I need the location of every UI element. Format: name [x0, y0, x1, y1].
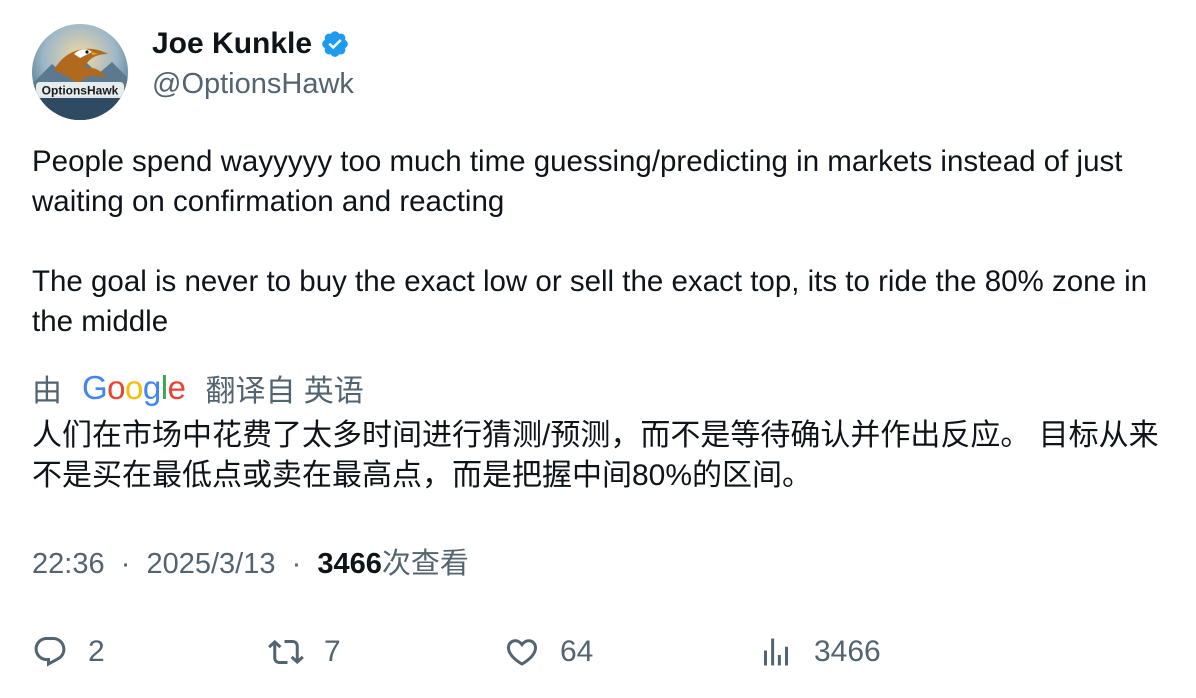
repost-button[interactable]: 7	[268, 630, 341, 674]
views-label: 次查看	[381, 548, 469, 580]
repost-count: 7	[324, 635, 341, 668]
display-name[interactable]: Joe Kunkle	[152, 26, 312, 62]
repost-icon	[268, 634, 304, 670]
tweet-paragraph: The goal is never to buy the exact low o…	[32, 265, 1148, 338]
google-logo[interactable]: Google	[82, 369, 186, 407]
reply-count: 2	[88, 635, 105, 668]
like-count: 64	[560, 635, 594, 668]
meta-separator: ·	[283, 548, 310, 580]
tweet-date[interactable]: 2025/3/13	[146, 548, 275, 580]
translation-attribution: 由 Google 翻译自 英语	[32, 366, 364, 410]
tweet-paragraph: People spend wayyyyy too much time guess…	[32, 145, 1123, 218]
action-bar: 2 7 64 3466	[0, 630, 1196, 674]
avatar-hawk-logo: OptionsHawk	[32, 24, 128, 120]
translated-from-label[interactable]: 翻译自 英语	[205, 366, 363, 410]
views-button[interactable]: 3466	[758, 630, 881, 674]
tweet-meta: 22:36 · 2025/3/13 · 3466次查看	[32, 544, 469, 584]
tweet: OptionsHawk Joe Kunkle @OptionsHawk Peop…	[0, 0, 1196, 698]
tweet-body: People spend wayyyyy too much time guess…	[32, 142, 1172, 342]
views-icon	[758, 634, 794, 670]
like-button[interactable]: 64	[504, 630, 593, 674]
meta-separator: ·	[112, 548, 139, 580]
translated-text: 人们在市场中花费了太多时间进行猜测/预测，而不是等待确认并作出反应。 目标从来不…	[32, 419, 1159, 492]
avatar-logo-text: OptionsHawk	[42, 84, 119, 98]
translated-by-label: 由	[32, 375, 62, 408]
user-block: Joe Kunkle @OptionsHawk	[152, 26, 354, 104]
name-row: Joe Kunkle	[152, 26, 354, 62]
views-count: 3466	[317, 548, 382, 580]
verified-badge-icon[interactable]	[320, 29, 350, 59]
views-action-count: 3466	[814, 635, 881, 668]
like-icon	[504, 634, 540, 670]
reply-button[interactable]: 2	[32, 630, 105, 674]
avatar[interactable]: OptionsHawk	[32, 24, 128, 120]
reply-icon	[32, 634, 68, 670]
tweet-header: OptionsHawk Joe Kunkle @OptionsHawk	[32, 24, 354, 120]
user-handle[interactable]: @OptionsHawk	[152, 64, 354, 104]
tweet-time[interactable]: 22:36	[32, 548, 105, 580]
